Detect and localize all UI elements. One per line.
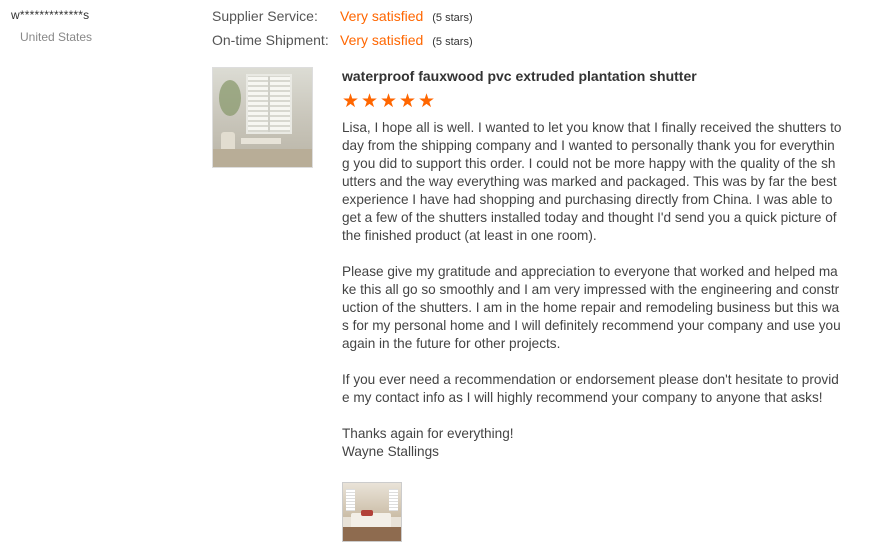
thumbnail-plant [219, 80, 241, 116]
rating-value: Very satisfied [340, 32, 424, 48]
review-paragraph: If you ever need a recommendation or end… [342, 372, 839, 405]
photo-shutter-right [389, 489, 398, 511]
thumbnail-floor [213, 149, 312, 167]
photo-shutter-left [346, 489, 355, 511]
review-star-rating: ★ ★ ★ ★ ★ [342, 91, 842, 112]
review-paragraph: Lisa, I hope all is well. I wanted to le… [342, 120, 842, 243]
rating-label: Supplier Service: [212, 8, 318, 24]
reviewer-name: w*************s [11, 8, 90, 22]
review-body: waterproof fauxwood pvc extruded plantat… [342, 67, 842, 461]
star-icon: ★ [361, 91, 379, 112]
supplier-ratings: Supplier Service: Very satisfied (5 star… [212, 8, 473, 56]
review-paragraph: Please give my gratitude and appreciatio… [342, 264, 841, 351]
product-thumbnail[interactable] [212, 67, 313, 168]
star-icon: ★ [399, 91, 417, 112]
photo-floor [343, 527, 401, 541]
photo-pillow [361, 510, 373, 516]
product-title-link[interactable]: waterproof fauxwood pvc extruded plantat… [342, 67, 842, 87]
thumbnail-shutter-window [246, 74, 292, 134]
reviewer-country: United States [20, 30, 93, 44]
rating-stars-text: (5 stars) [432, 12, 473, 24]
thumbnail-table [241, 138, 281, 144]
rating-stars-text: (5 stars) [432, 36, 473, 48]
review-text: Lisa, I hope all is well. I wanted to le… [342, 119, 842, 461]
review-paragraph: Thanks again for everything! Wayne Stalli… [342, 425, 842, 461]
reviewer-info: w*************s United States [11, 8, 92, 44]
rating-row-on-time-shipment: On-time Shipment: Very satisfied (5 star… [212, 32, 473, 56]
review-closing: Thanks again for everything! [342, 426, 514, 441]
rating-value: Very satisfied [340, 8, 424, 24]
rating-row-supplier-service: Supplier Service: Very satisfied (5 star… [212, 8, 473, 32]
star-icon: ★ [380, 91, 398, 112]
rating-label: On-time Shipment: [212, 32, 329, 48]
review-signature: Wayne Stallings [342, 444, 439, 459]
review-photo[interactable] [342, 482, 402, 542]
star-icon: ★ [418, 91, 436, 112]
star-icon: ★ [342, 91, 360, 112]
